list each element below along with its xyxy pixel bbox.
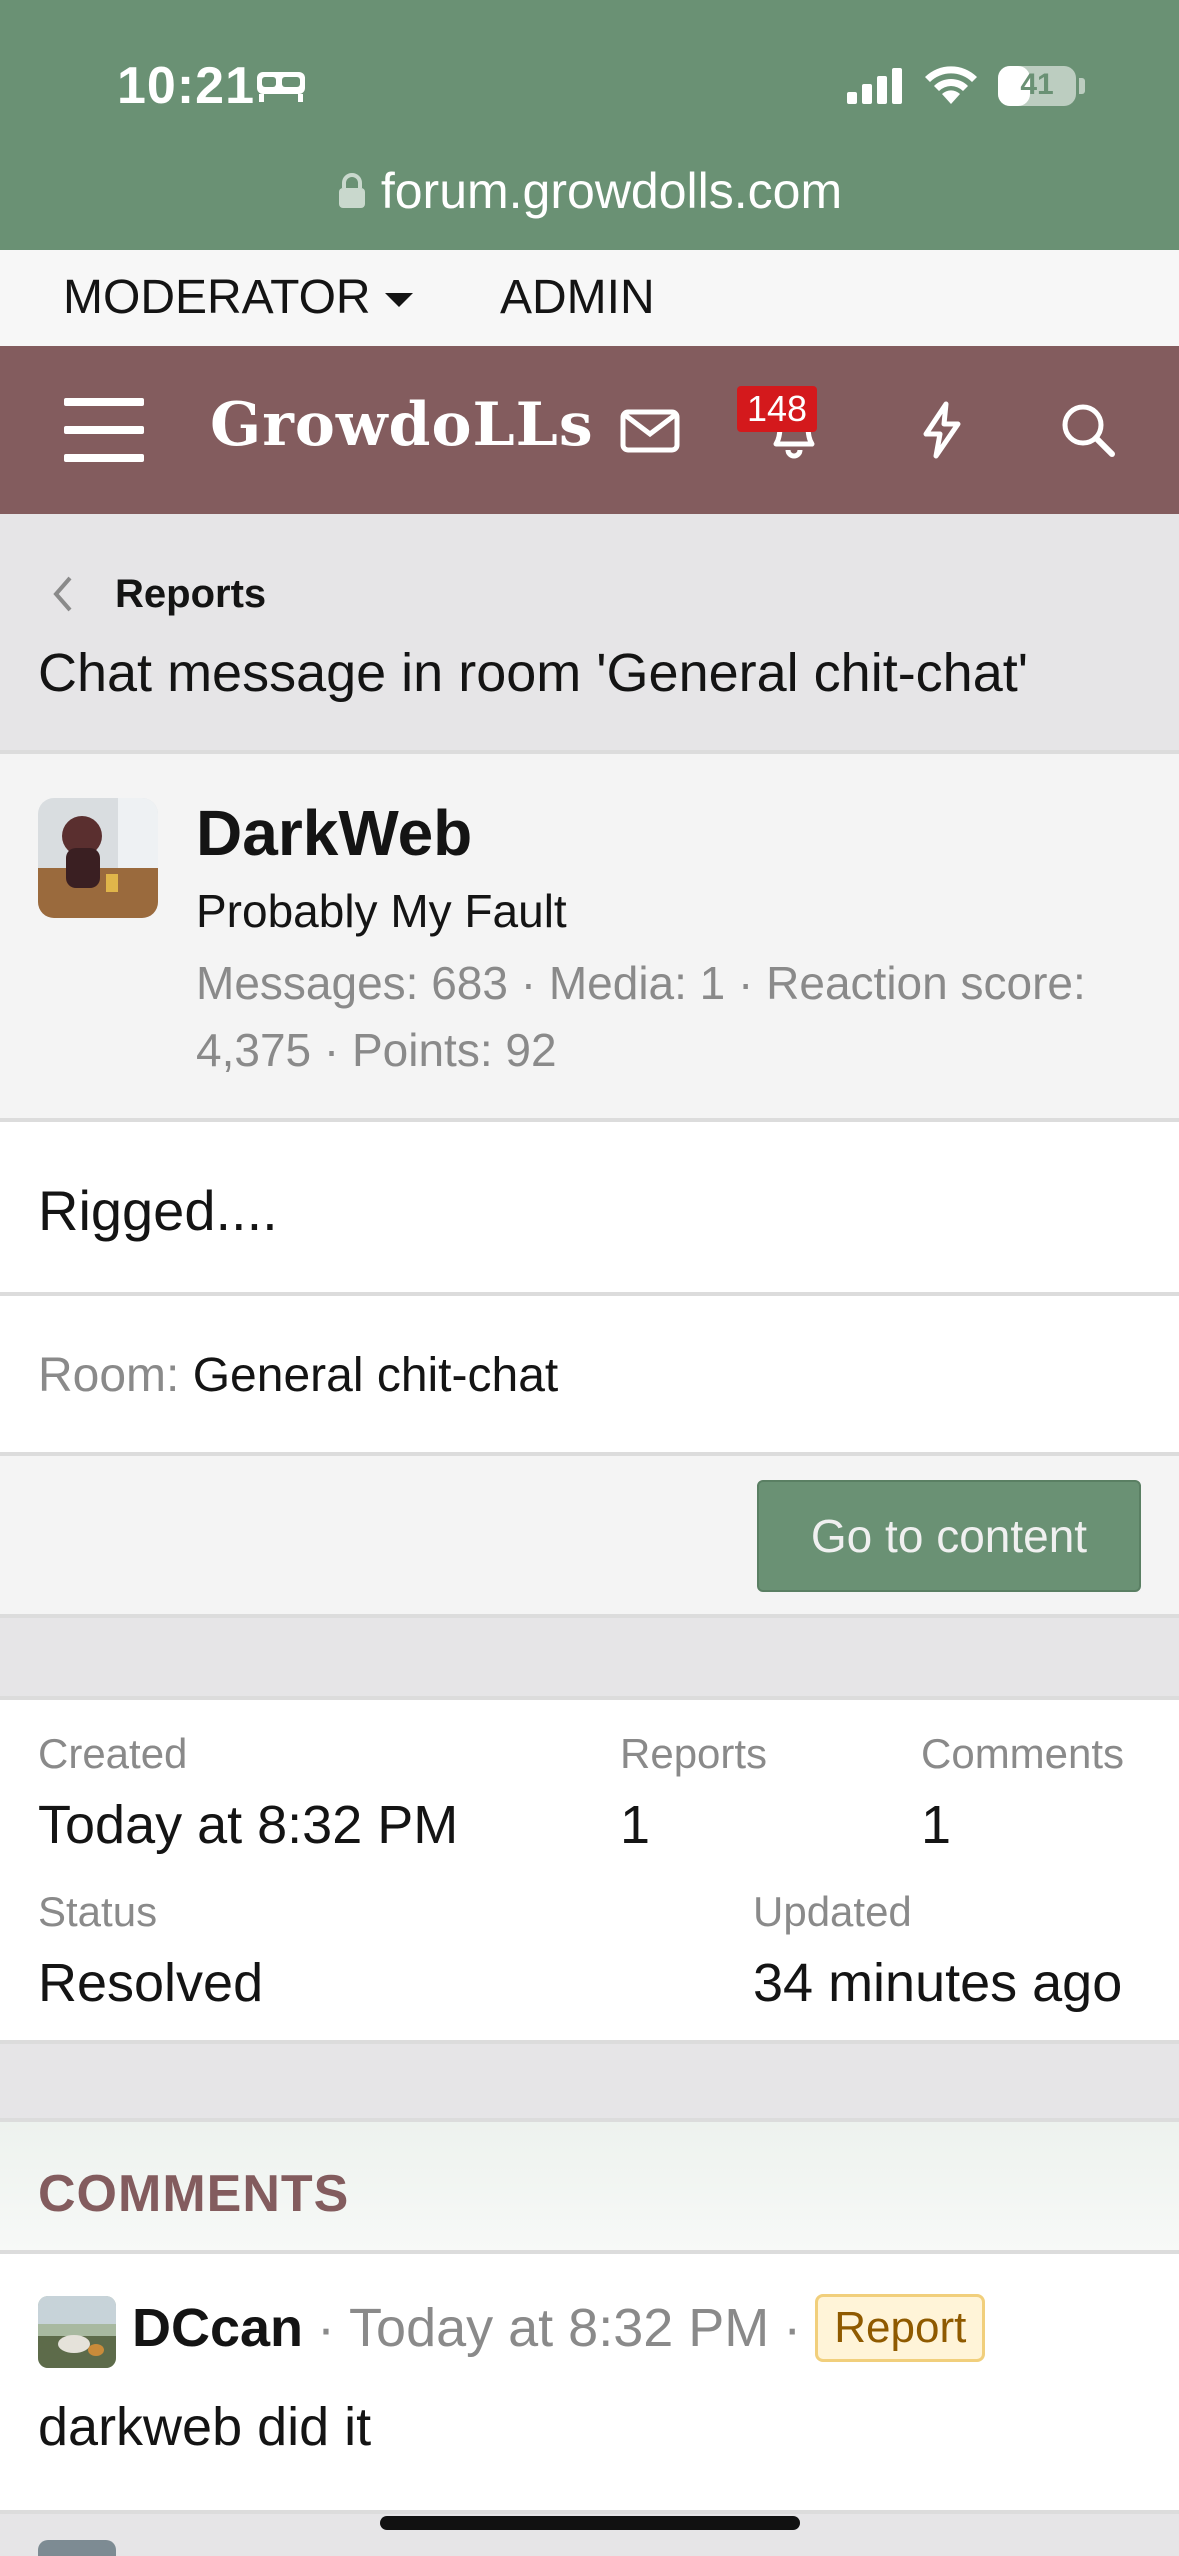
next-comment-avatar: [38, 2540, 116, 2556]
avatar[interactable]: [38, 798, 158, 918]
comment-meta: DCcan · Today at 8:32 PM · Report: [132, 2294, 986, 2362]
lock-icon: [338, 173, 365, 208]
url-text: forum.growdolls.com: [380, 163, 843, 219]
user-stats: Messages: 683 · Media: 1 · Reaction scor…: [196, 957, 1086, 1076]
comments-value: 1: [921, 1795, 952, 1855]
reports-value: 1: [620, 1795, 651, 1855]
message-text: Rigged....: [38, 1179, 278, 1242]
moderator-menu[interactable]: MODERATOR: [63, 270, 413, 325]
alerts-badge[interactable]: 148: [737, 386, 818, 432]
status-time: 10:21: [117, 57, 255, 115]
comment-item: DCcan · Today at 8:32 PM · Report darkwe…: [0, 2254, 1179, 2514]
created-value: Today at 8:32 PM: [38, 1795, 459, 1855]
caret-down-icon: [384, 292, 413, 307]
room-info: Room: General chit-chat: [38, 1348, 558, 1403]
comment-username[interactable]: DCcan: [132, 2297, 303, 2359]
updated-label: Updated: [753, 1888, 912, 1935]
report-tag: Report: [815, 2294, 986, 2362]
comments-title: COMMENTS: [38, 2165, 350, 2223]
reported-user: DarkWeb Probably My Fault Messages: 683 …: [0, 750, 1179, 1122]
go-to-content-button[interactable]: Go to content: [757, 1480, 1141, 1592]
battery-level: 41: [1020, 68, 1054, 101]
room-row: Room: General chit-chat: [0, 1296, 1179, 1456]
chevron-left-icon[interactable]: [48, 564, 78, 624]
staff-bar: MODERATOR ADMIN: [0, 250, 1179, 346]
home-indicator[interactable]: [380, 2516, 800, 2530]
report-info: Created Today at 8:32 PM Reports 1 Comme…: [0, 1696, 1179, 2044]
username[interactable]: DarkWeb: [196, 796, 472, 870]
menu-icon[interactable]: [64, 398, 144, 462]
breadcrumb-reports[interactable]: Reports: [115, 572, 266, 617]
updated-value: 34 minutes ago: [753, 1953, 1123, 2013]
comment-time[interactable]: Today at 8:32 PM: [349, 2297, 769, 2359]
created-label: Created: [38, 1730, 188, 1777]
status-value: Resolved: [38, 1953, 264, 2013]
room-name: General chit-chat: [192, 1349, 559, 1402]
battery-icon: 41: [998, 66, 1076, 106]
page-title: Chat message in room 'General chit-chat': [38, 643, 1029, 703]
comment-avatar[interactable]: [38, 2296, 116, 2368]
separator: ·: [783, 2298, 802, 2358]
search-icon[interactable]: [1056, 398, 1120, 462]
nav-header: GrowdoLLs 148: [0, 346, 1179, 514]
status-bar: 10:21 41 forum.growdolls.com: [0, 0, 1179, 250]
lightning-icon[interactable]: [910, 398, 974, 462]
battery-nub: [1079, 78, 1085, 94]
comments-label: Comments: [921, 1730, 1125, 1777]
breadcrumb: Reports Chat message in room 'General ch…: [0, 514, 1179, 750]
room-label: Room:: [38, 1349, 180, 1402]
admin-link[interactable]: ADMIN: [500, 270, 655, 325]
separator: ·: [317, 2298, 336, 2358]
moderator-label: MODERATOR: [63, 271, 371, 324]
status-label: Status: [38, 1888, 158, 1935]
comment-body: darkweb did it: [38, 2397, 372, 2457]
action-row: Go to content: [0, 1456, 1179, 1618]
site-logo[interactable]: GrowdoLLs: [210, 390, 594, 460]
address-bar[interactable]: forum.growdolls.com: [0, 162, 1179, 220]
reported-message: Rigged....: [0, 1122, 1179, 1296]
bed-icon: [257, 72, 305, 102]
envelope-icon[interactable]: [618, 398, 682, 462]
signal-icon: [847, 68, 902, 104]
reports-label: Reports: [620, 1730, 768, 1777]
user-title: Probably My Fault: [196, 885, 567, 937]
wifi-icon: [925, 66, 977, 104]
comments-header: COMMENTS: [0, 2118, 1179, 2254]
